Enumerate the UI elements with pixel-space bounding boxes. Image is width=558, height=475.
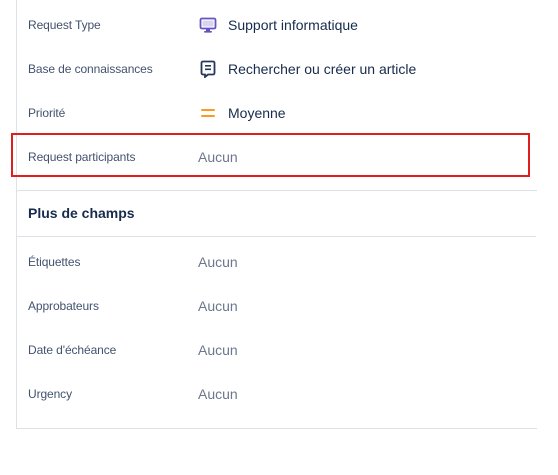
priority-text: Moyenne — [228, 105, 286, 121]
request-participants-label: Request participants — [28, 150, 136, 164]
field-labels: Étiquettes Aucun — [28, 250, 528, 274]
priority-label: Priorité — [28, 106, 66, 120]
field-approvers: Approbateurs Aucun — [28, 294, 528, 318]
priority-value[interactable]: Moyenne — [198, 103, 286, 123]
labels-value[interactable]: Aucun — [198, 254, 238, 270]
more-fields-title[interactable]: Plus de champs — [28, 205, 135, 221]
labels-label: Étiquettes — [28, 255, 81, 269]
field-request-participants: Request participants Aucun — [28, 145, 528, 169]
due-date-label: Date d'échéance — [28, 343, 117, 357]
field-due-date: Date d'échéance Aucun — [28, 338, 528, 362]
field-priority: Priorité Moyenne — [28, 101, 528, 125]
priority-medium-icon — [198, 103, 218, 123]
issue-details-panel: Request Type Support informatique Base d… — [0, 0, 558, 475]
approvers-value[interactable]: Aucun — [198, 298, 238, 314]
approvers-label: Approbateurs — [28, 299, 99, 313]
monitor-icon — [198, 15, 218, 35]
request-type-value[interactable]: Support informatique — [198, 15, 358, 35]
knowledge-base-label: Base de connaissances — [28, 62, 153, 76]
request-type-label: Request Type — [28, 18, 101, 32]
knowledge-base-value[interactable]: Rechercher ou créer un article — [198, 59, 416, 79]
section-divider — [16, 236, 536, 237]
field-urgency: Urgency Aucun — [28, 382, 528, 406]
due-date-value[interactable]: Aucun — [198, 342, 238, 358]
field-request-type: Request Type Support informatique — [28, 13, 528, 37]
urgency-value[interactable]: Aucun — [198, 386, 238, 402]
knowledge-base-text: Rechercher ou créer un article — [228, 61, 417, 77]
knowledge-base-icon — [198, 59, 218, 79]
request-type-text: Support informatique — [228, 17, 358, 33]
request-participants-value[interactable]: Aucun — [198, 149, 238, 165]
field-knowledge-base: Base de connaissances Rechercher ou crée… — [28, 57, 528, 81]
urgency-label: Urgency — [28, 387, 72, 401]
